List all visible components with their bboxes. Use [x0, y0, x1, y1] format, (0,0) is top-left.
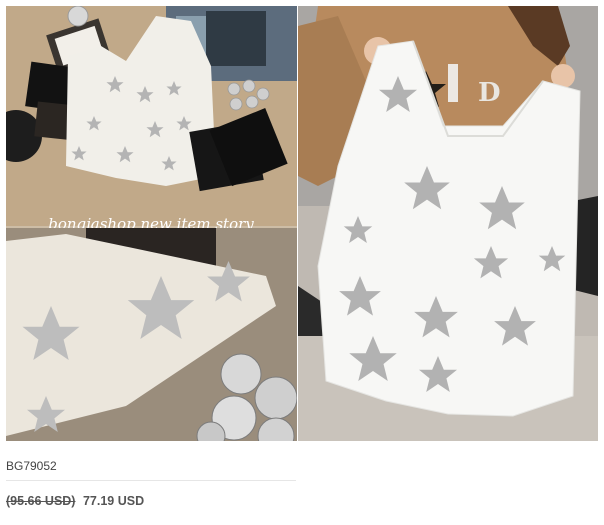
- divider: [6, 480, 296, 481]
- sale-price: 77.19 USD: [82, 494, 145, 508]
- product-sku: BG79052: [6, 459, 57, 473]
- collage-illustration: bongjashop new item story: [6, 6, 297, 441]
- original-price: (95.66 USD): [6, 494, 76, 508]
- model-illustration: D: [298, 6, 598, 441]
- product-price: (95.66 USD) 77.19 USD: [6, 494, 144, 508]
- product-image-model[interactable]: D: [298, 6, 598, 441]
- svg-text:D: D: [478, 78, 501, 108]
- product-card[interactable]: bongjashop new item story D BG79052 (95.…: [0, 0, 604, 525]
- product-image-collage[interactable]: bongjashop new item story: [6, 6, 297, 441]
